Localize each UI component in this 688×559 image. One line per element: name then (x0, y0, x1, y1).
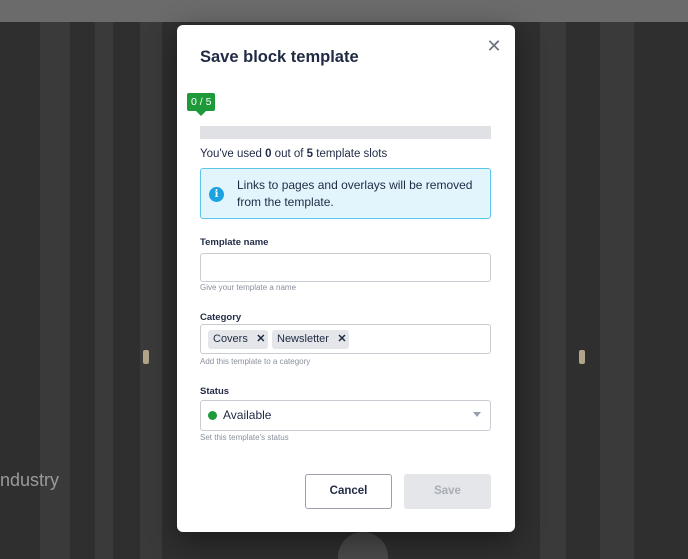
category-tag: Covers ✕ (208, 330, 268, 349)
tree-trunk (540, 22, 566, 559)
browser-top-bar (0, 0, 688, 22)
category-tag: Newsletter ✕ (272, 330, 349, 349)
close-icon[interactable]: ✕ (485, 37, 503, 55)
template-name-input[interactable] (200, 253, 491, 282)
usage-text-suffix: template slots (313, 148, 388, 160)
category-tag-label: Covers (213, 333, 248, 345)
info-alert: i Links to pages and overlays will be re… (200, 168, 491, 219)
category-multiselect[interactable]: Covers ✕ Newsletter ✕ (200, 324, 491, 354)
remove-tag-icon[interactable]: ✕ (335, 330, 349, 349)
tree-trunk (140, 22, 162, 559)
remove-tag-icon[interactable]: ✕ (254, 330, 268, 349)
usage-text-middle: out of (271, 148, 307, 160)
cancel-button[interactable]: Cancel (305, 474, 392, 509)
background-heading-text: ndustry (0, 470, 60, 490)
tree-trunk (95, 22, 113, 559)
category-helper: Add this template to a category (200, 357, 311, 366)
info-message: Links to pages and overlays will be remo… (237, 178, 473, 209)
status-select[interactable]: Available (200, 400, 491, 431)
status-dot (208, 411, 217, 420)
save-template-modal: Save block template ✕ 0 / 5 You've used … (177, 25, 515, 532)
usage-text-prefix: You've used (200, 148, 266, 160)
status-label: Status (200, 386, 230, 397)
usage-progress-bar (200, 126, 491, 139)
category-label: Category (200, 312, 242, 323)
usage-badge: 0 / 5 (187, 93, 216, 116)
door-handle (579, 350, 585, 364)
template-name-helper: Give your template a name (200, 283, 297, 292)
chevron-down-icon: ⌄ (357, 550, 369, 559)
template-name-label: Template name (200, 237, 269, 248)
door-handle (143, 350, 149, 364)
status-value: Available (223, 408, 272, 422)
modal-title: Save block template (200, 48, 359, 66)
scroll-down-button[interactable]: ⌄ (338, 532, 388, 559)
tree-trunk (600, 22, 634, 559)
info-icon: i (209, 187, 224, 202)
usage-text: You've used 0 out of 5 template slots (200, 148, 387, 160)
category-tag-label: Newsletter (277, 333, 329, 345)
status-helper: Set this template's status (200, 433, 289, 442)
save-button[interactable]: Save (404, 474, 491, 509)
chevron-down-icon (473, 412, 481, 417)
